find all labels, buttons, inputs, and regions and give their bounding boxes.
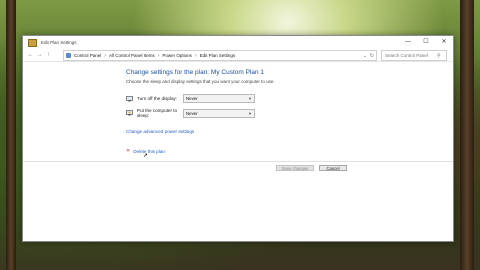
monitor-icon <box>126 95 133 101</box>
title-bar[interactable]: Edit Plan Settings — ☐ ✕ <box>23 36 453 49</box>
page-description: Choose the sleep and display settings th… <box>126 79 275 84</box>
tree-trunk-left <box>6 0 16 270</box>
search-box: ⚲ <box>381 50 447 61</box>
up-arrow-icon[interactable]: ↑ <box>44 52 53 58</box>
breadcrumb-separator[interactable]: › <box>158 53 160 59</box>
tree-trunk-right <box>460 0 474 270</box>
delete-plan-link[interactable]: Delete this plan <box>133 149 165 154</box>
setting-row-display: Turn off the display: Never ▼ <box>126 94 255 103</box>
breadcrumb-separator[interactable]: › <box>195 53 197 59</box>
control-panel-icon <box>66 53 71 58</box>
breadcrumb-control-panel[interactable]: Control Panel <box>74 53 101 58</box>
breadcrumb-power-options[interactable]: Power Options <box>162 53 192 58</box>
display-setting-label: Turn off the display: <box>137 96 178 101</box>
window-title: Edit Plan Settings <box>41 40 77 45</box>
footer-divider <box>23 161 453 162</box>
close-button[interactable]: ✕ <box>435 36 453 49</box>
control-panel-icon <box>28 38 37 47</box>
page-title: Change settings for the plan: My Custom … <box>126 69 265 76</box>
save-changes-button[interactable]: Save changes <box>276 165 314 171</box>
moon-sleep-icon <box>126 110 133 116</box>
edit-plan-settings-window: Edit Plan Settings — ☐ ✕ ← → ↑ Control P… <box>22 35 454 242</box>
navigation-bar: ← → ↑ Control Panel › All Control Panel … <box>23 49 453 62</box>
search-icon[interactable]: ⚲ <box>437 53 441 59</box>
maximize-button[interactable]: ☐ <box>417 36 435 49</box>
chevron-down-icon: ▼ <box>248 110 252 116</box>
chevron-down-icon: ▼ <box>248 96 252 101</box>
breadcrumb-all-items[interactable]: All Control Panel Items <box>109 53 155 58</box>
sleep-timeout-value: Never <box>186 110 198 116</box>
back-arrow-icon[interactable]: ← <box>26 52 35 58</box>
cancel-button[interactable]: Cancel <box>319 165 347 171</box>
breadcrumb-separator[interactable]: › <box>104 53 106 59</box>
window-controls: — ☐ ✕ <box>399 36 453 49</box>
mouse-cursor-icon: ➚ <box>143 153 149 159</box>
search-input[interactable] <box>382 53 437 58</box>
address-bar[interactable]: Control Panel › All Control Panel Items … <box>63 50 377 61</box>
chevron-down-icon[interactable]: ⌄ <box>363 53 367 59</box>
display-timeout-value: Never <box>186 96 198 101</box>
forward-arrow-icon[interactable]: → <box>35 52 44 58</box>
delete-x-icon: ✕ <box>126 148 131 154</box>
breadcrumb-edit-plan-settings[interactable]: Edit Plan Settings <box>200 53 236 58</box>
display-timeout-select[interactable]: Never ▼ <box>183 94 255 103</box>
sleep-setting-label: Put the computer to sleep: <box>137 108 178 118</box>
advanced-power-settings-link[interactable]: Change advanced power settings <box>126 129 194 134</box>
refresh-icon[interactable]: ↻ <box>370 53 374 59</box>
setting-row-sleep: Put the computer to sleep: Never ▼ <box>126 108 255 118</box>
sleep-timeout-select[interactable]: Never ▼ <box>183 108 255 118</box>
minimize-button[interactable]: — <box>399 36 417 49</box>
